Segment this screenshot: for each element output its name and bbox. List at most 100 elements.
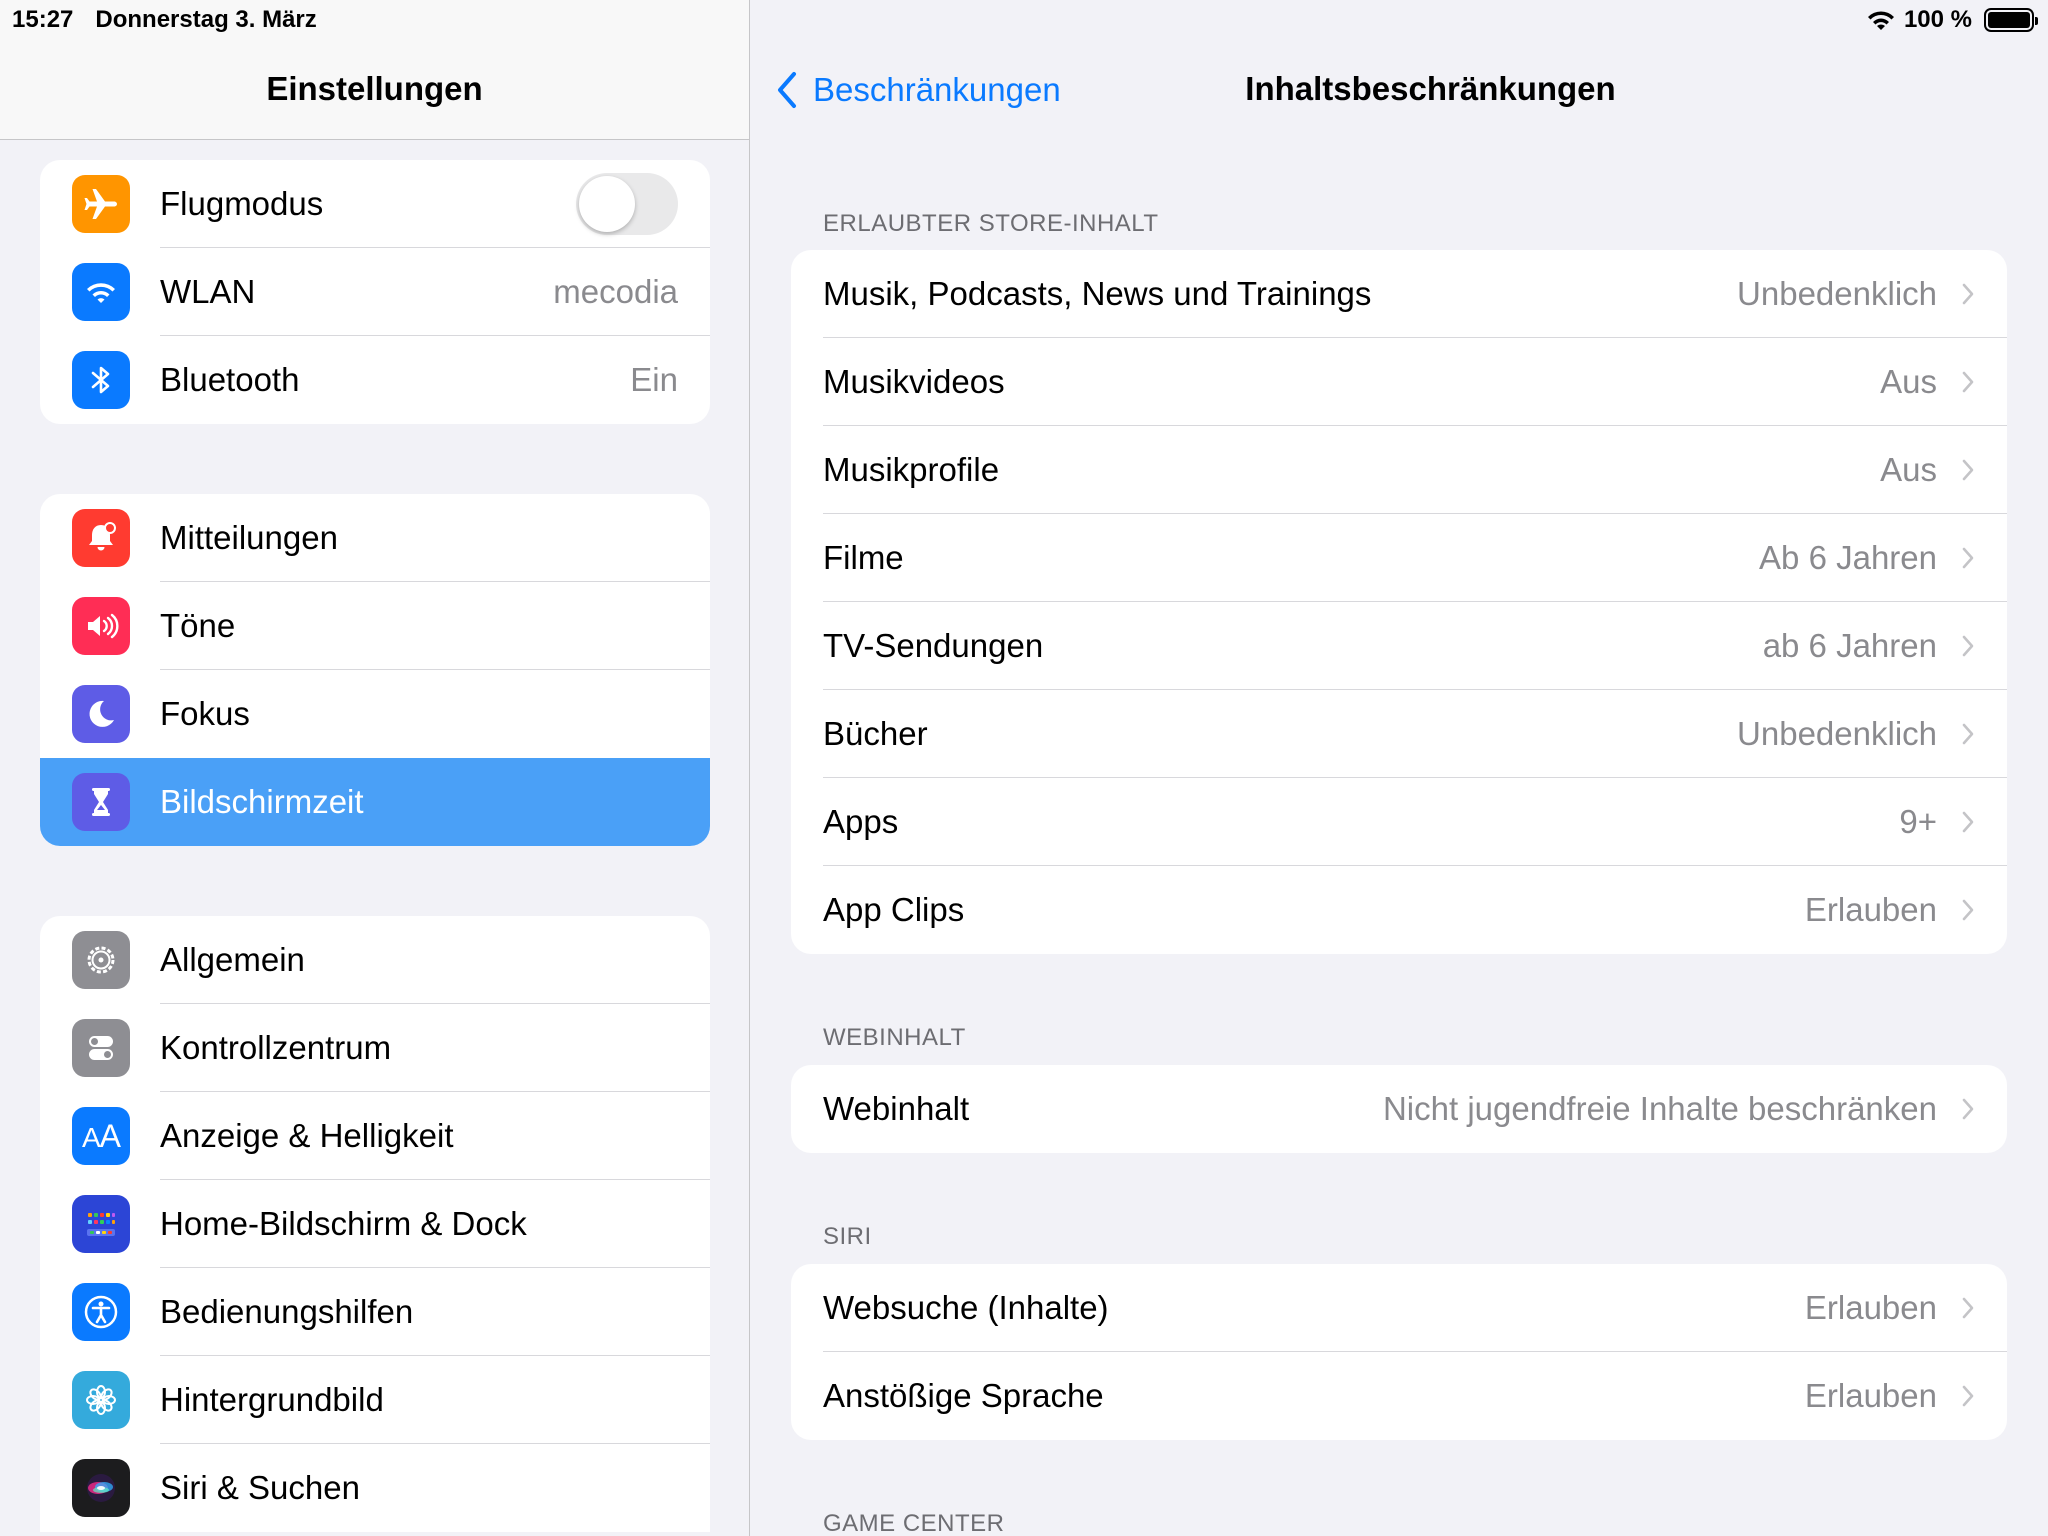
row-buecher[interactable]: Bücher Unbedenklich <box>791 690 2007 778</box>
row-value: Erlauben <box>1804 1289 1937 1326</box>
chevron-right-icon <box>1962 371 1974 393</box>
row-value: Erlauben <box>1804 1377 1937 1414</box>
row-value: 9+ <box>1899 803 1937 840</box>
row-value: Aus <box>1880 451 1937 488</box>
row-anstoessige-sprache[interactable]: Anstößige Sprache Erlauben <box>791 1352 2007 1440</box>
section-header-siri: SIRI <box>823 1223 872 1250</box>
sidebar-item-hintergrundbild[interactable]: Hintergrundbild <box>40 1356 710 1444</box>
wifi-icon <box>72 263 130 321</box>
sidebar: Einstellungen Flugmodus WLAN mecodia Blu… <box>0 0 750 1536</box>
sidebar-item-flugmodus[interactable]: Flugmodus <box>40 160 710 248</box>
moon-icon <box>72 685 130 743</box>
row-app-clips[interactable]: App Clips Erlauben <box>791 866 2007 954</box>
gear-icon <box>72 931 130 989</box>
chevron-right-icon <box>1962 811 1974 833</box>
sidebar-item-label: Flugmodus <box>160 185 324 222</box>
row-label: Websuche (Inhalte) <box>823 1289 1109 1326</box>
sidebar-item-mitteilungen[interactable]: Mitteilungen <box>40 494 710 582</box>
sidebar-group-general: Allgemein Kontrollzentrum AA Anzeige & H… <box>40 916 710 1532</box>
sidebar-item-label: WLAN <box>160 273 256 310</box>
row-webinhalt[interactable]: Webinhalt Nicht jugendfreie Inhalte besc… <box>791 1065 2007 1153</box>
row-label: Musikvideos <box>823 363 1005 400</box>
sidebar-item-bluetooth[interactable]: Bluetooth Ein <box>40 336 710 424</box>
sidebar-item-bedienungshilfen[interactable]: Bedienungshilfen <box>40 1268 710 1356</box>
bluetooth-icon <box>72 351 130 409</box>
row-musik[interactable]: Musik, Podcasts, News und Trainings Unbe… <box>791 250 2007 338</box>
sidebar-item-label: Hintergrundbild <box>160 1381 384 1418</box>
row-musikprofile[interactable]: Musikprofile Aus <box>791 426 2007 514</box>
section-store: Musik, Podcasts, News und Trainings Unbe… <box>791 250 2007 954</box>
sidebar-item-label: Bildschirmzeit <box>160 783 364 820</box>
sidebar-item-value: Ein <box>630 361 678 398</box>
chevron-right-icon <box>1962 899 1974 921</box>
text-size-icon: AA <box>72 1107 130 1165</box>
row-tv-sendungen[interactable]: TV-Sendungen ab 6 Jahren <box>791 602 2007 690</box>
sidebar-group-notifications: Mitteilungen Töne Fokus Bildschirmzeit <box>40 494 710 846</box>
row-label: Apps <box>823 803 899 840</box>
status-bar-right: 100 % <box>1866 4 2038 36</box>
row-value: ab 6 Jahren <box>1762 627 1937 664</box>
wifi-status-icon <box>1867 11 1894 30</box>
section-header-webinhalt: WEBINHALT <box>823 1024 966 1051</box>
sidebar-item-allgemein[interactable]: Allgemein <box>40 916 710 1004</box>
sidebar-item-label: Siri & Suchen <box>160 1469 360 1506</box>
row-label: Webinhalt <box>823 1090 970 1127</box>
chevron-right-icon <box>1962 723 1974 745</box>
row-value: Ab 6 Jahren <box>1759 539 1937 576</box>
bell-icon <box>72 509 130 567</box>
battery-icon <box>1984 8 2038 32</box>
sidebar-item-label: Bedienungshilfen <box>160 1293 414 1330</box>
sidebar-item-label: Mitteilungen <box>160 519 338 556</box>
sidebar-item-value: mecodia <box>553 273 678 310</box>
row-label: TV-Sendungen <box>823 627 1044 664</box>
row-filme[interactable]: Filme Ab 6 Jahren <box>791 514 2007 602</box>
sidebar-item-bildschirmzeit[interactable]: Bildschirmzeit <box>40 758 710 846</box>
sidebar-item-anzeige[interactable]: AA Anzeige & Helligkeit <box>40 1092 710 1180</box>
row-label: Musik, Podcasts, News und Trainings <box>823 275 1372 312</box>
row-label: Filme <box>823 539 904 576</box>
chevron-right-icon <box>1962 547 1974 569</box>
speaker-icon <box>72 597 130 655</box>
sidebar-item-label: Fokus <box>160 695 250 732</box>
row-value: Unbedenklich <box>1737 275 1937 312</box>
row-apps[interactable]: Apps 9+ <box>791 778 2007 866</box>
sidebar-item-label: Home-Bildschirm & Dock <box>160 1205 527 1242</box>
sidebar-group-connectivity: Flugmodus WLAN mecodia Bluetooth Ein <box>40 160 710 424</box>
row-musikvideos[interactable]: Musikvideos Aus <box>791 338 2007 426</box>
chevron-right-icon <box>1962 1098 1974 1120</box>
accessibility-icon <box>72 1283 130 1341</box>
sidebar-item-toene[interactable]: Töne <box>40 582 710 670</box>
chevron-right-icon <box>1962 1385 1974 1407</box>
status-time: 15:27 <box>12 6 74 33</box>
chevron-right-icon <box>1962 635 1974 657</box>
row-value: Aus <box>1880 363 1937 400</box>
detail-pane: Beschränkungen Inhaltsbeschränkungen ERL… <box>751 0 2048 1536</box>
siri-icon <box>72 1459 130 1517</box>
chevron-right-icon <box>1962 283 1974 305</box>
sidebar-item-label: Anzeige & Helligkeit <box>160 1117 454 1154</box>
row-websuche[interactable]: Websuche (Inhalte) Erlauben <box>791 1264 2007 1352</box>
sidebar-item-label: Bluetooth <box>160 361 300 398</box>
sidebar-item-kontrollzentrum[interactable]: Kontrollzentrum <box>40 1004 710 1092</box>
sidebar-item-home-bildschirm[interactable]: Home-Bildschirm & Dock <box>40 1180 710 1268</box>
airplane-mode-toggle[interactable] <box>576 173 678 235</box>
status-bar-left: 15:27 Donnerstag 3. März <box>12 4 317 36</box>
switches-icon <box>72 1019 130 1077</box>
chevron-right-icon <box>1962 459 1974 481</box>
sidebar-item-wlan[interactable]: WLAN mecodia <box>40 248 710 336</box>
row-value: Erlauben <box>1804 891 1937 928</box>
row-value: Unbedenklich <box>1737 715 1937 752</box>
sidebar-item-label: Kontrollzentrum <box>160 1029 392 1066</box>
section-webinhalt: Webinhalt Nicht jugendfreie Inhalte besc… <box>791 1065 2007 1153</box>
row-label: App Clips <box>823 891 965 928</box>
airplane-icon <box>72 175 130 233</box>
section-header-game-center: GAME CENTER <box>823 1510 1005 1536</box>
sidebar-item-fokus[interactable]: Fokus <box>40 670 710 758</box>
sidebar-title: Einstellungen <box>266 70 483 107</box>
sidebar-item-siri[interactable]: Siri & Suchen <box>40 1444 710 1532</box>
hourglass-icon <box>72 773 130 831</box>
section-header-store: ERLAUBTER STORE-INHALT <box>823 210 1159 237</box>
row-label: Musikprofile <box>823 451 1000 488</box>
row-value: Nicht jugendfreie Inhalte beschränken <box>1382 1090 1937 1127</box>
sidebar-item-label: Allgemein <box>160 941 305 978</box>
